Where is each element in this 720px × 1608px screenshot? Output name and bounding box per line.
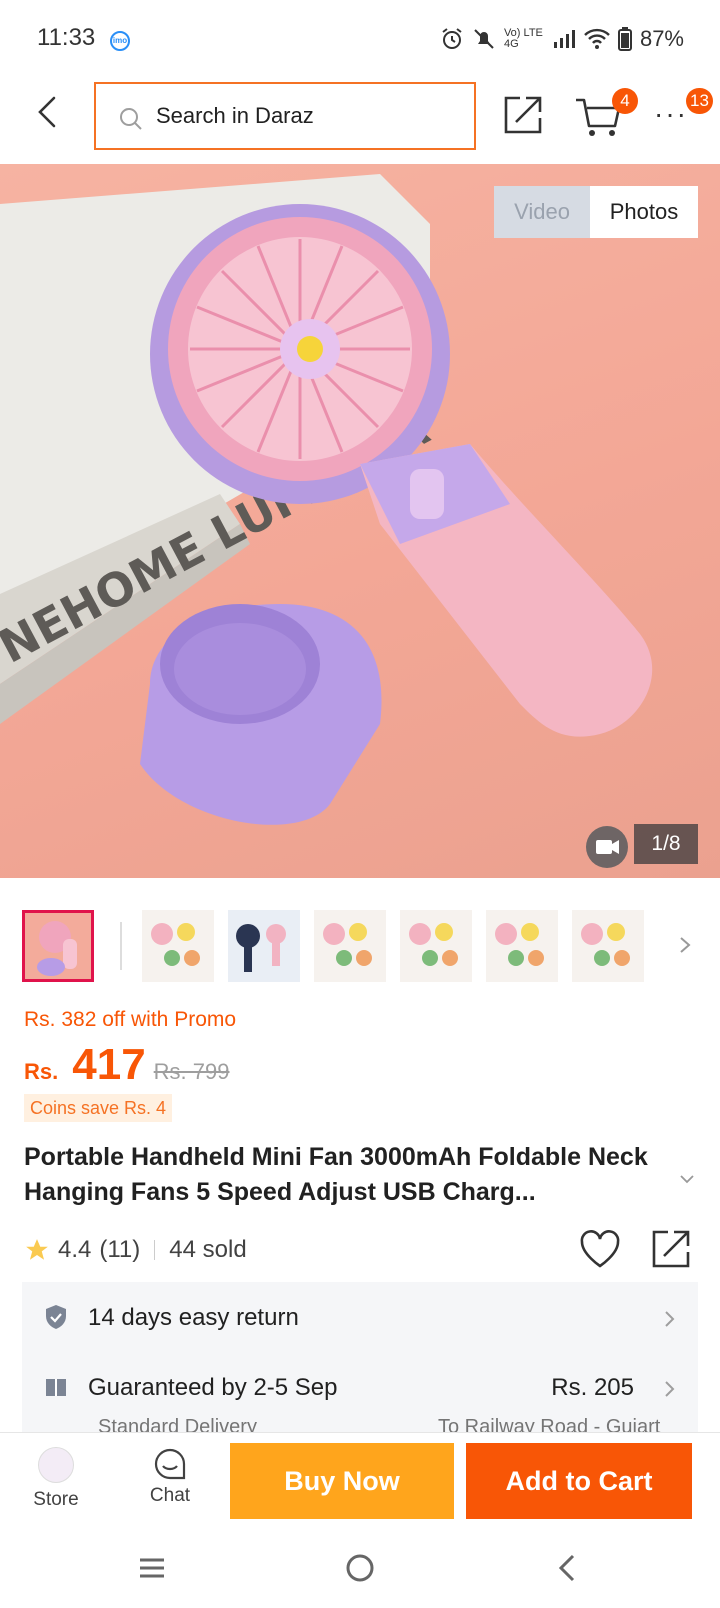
store-logo-icon bbox=[38, 1447, 74, 1483]
product-main-image: NEHOME LUFREDA bbox=[0, 174, 653, 825]
thumbnail[interactable] bbox=[400, 910, 472, 982]
share-icon[interactable] bbox=[502, 92, 546, 136]
promo-text: Rs. 382 off with Promo bbox=[24, 1008, 237, 1031]
coins-badge: Coins save Rs. 4 bbox=[24, 1094, 173, 1122]
search-input[interactable] bbox=[156, 98, 456, 134]
heart-icon[interactable] bbox=[578, 1228, 622, 1270]
gift-box-icon bbox=[46, 1379, 66, 1396]
share-icon[interactable] bbox=[650, 1226, 694, 1270]
system-nav-bar bbox=[0, 1528, 720, 1608]
original-price: Rs. 799 bbox=[153, 1059, 230, 1084]
delivery-price: Rs. 205 bbox=[551, 1374, 634, 1401]
wifi-icon bbox=[584, 28, 610, 49]
shield-check-icon bbox=[46, 1305, 66, 1329]
sold-count: 44 sold bbox=[169, 1236, 247, 1263]
image-counter: 1/8 bbox=[634, 824, 698, 864]
battery-percent: 87% bbox=[639, 26, 684, 51]
top-header: 4 ··· 13 bbox=[0, 80, 720, 164]
thumbnail[interactable] bbox=[486, 910, 558, 982]
delivery-destination: To Railway Road - Gujart bbox=[438, 1416, 661, 1432]
recent-apps-icon[interactable] bbox=[132, 1548, 172, 1588]
video-camera-icon[interactable] bbox=[586, 826, 628, 868]
notification-count-badge: 13 bbox=[686, 88, 713, 114]
thumbnail-divider bbox=[120, 922, 122, 970]
store-button[interactable]: Store bbox=[20, 1443, 92, 1523]
status-bar: 11:33 imo Vo) LTE 4G 87% bbox=[0, 0, 720, 80]
delivery-type: Standard Delivery bbox=[98, 1416, 257, 1432]
signal-icon bbox=[553, 30, 575, 48]
current-price: 417 bbox=[72, 1040, 146, 1089]
price-row: Rs. 417 Rs. 799 bbox=[24, 1040, 230, 1090]
star-icon bbox=[26, 1239, 48, 1260]
thumbnail[interactable] bbox=[228, 910, 300, 982]
back-icon[interactable] bbox=[548, 1548, 588, 1588]
product-title: Portable Handheld Mini Fan 3000mAh Folda… bbox=[24, 1143, 648, 1206]
price-currency: Rs. bbox=[24, 1059, 59, 1084]
status-time: 11:33 bbox=[37, 24, 96, 51]
chevron-right-icon bbox=[665, 1381, 675, 1397]
cart-count-badge: 4 bbox=[612, 88, 638, 114]
store-label: Store bbox=[33, 1489, 79, 1510]
service-info-box: 14 days easy return Guaranteed by 2-5 Se… bbox=[22, 1282, 698, 1432]
divider bbox=[154, 1240, 156, 1260]
network-label: Vo) LTE 4G bbox=[503, 27, 543, 50]
delivery-row[interactable]: Guaranteed by 2-5 Sep Rs. 205 Standard D… bbox=[22, 1354, 698, 1432]
return-policy-row[interactable]: 14 days easy return bbox=[22, 1282, 698, 1354]
product-image-gallery[interactable]: NEHOME LUFREDA Video Photos 1/8 bbox=[0, 164, 720, 878]
search-icon bbox=[120, 108, 142, 130]
mute-icon bbox=[474, 29, 494, 49]
bottom-action-bar: Store Chat Buy Now Add to Cart bbox=[0, 1432, 720, 1528]
chat-icon bbox=[154, 1448, 186, 1480]
return-text: 14 days easy return bbox=[88, 1304, 299, 1331]
photos-tab[interactable]: Photos bbox=[590, 186, 698, 238]
status-icons: Vo) LTE 4G 87% bbox=[440, 26, 684, 52]
chat-button[interactable]: Chat bbox=[134, 1443, 206, 1523]
delivery-text: Guaranteed by 2-5 Sep bbox=[88, 1374, 338, 1401]
thumbnail-selected[interactable] bbox=[22, 910, 94, 982]
rating-row[interactable]: 4.4 (11) 44 sold bbox=[24, 1232, 247, 1268]
chevron-down-icon[interactable] bbox=[678, 1170, 696, 1188]
thumbnail[interactable] bbox=[314, 910, 386, 982]
home-icon[interactable] bbox=[340, 1548, 380, 1588]
media-toggle: Video Photos bbox=[494, 186, 698, 238]
review-count: (11) bbox=[99, 1236, 141, 1263]
back-arrow-icon[interactable] bbox=[30, 94, 66, 130]
video-tab[interactable]: Video bbox=[494, 186, 590, 238]
battery-icon bbox=[617, 27, 632, 51]
rating-value: 4.4 bbox=[58, 1236, 92, 1263]
chat-label: Chat bbox=[149, 1485, 191, 1506]
thumbnail[interactable] bbox=[142, 910, 214, 982]
thumbnail-strip bbox=[0, 910, 720, 984]
add-to-cart-button[interactable]: Add to Cart bbox=[466, 1443, 692, 1519]
search-box[interactable] bbox=[94, 82, 476, 150]
buy-now-button[interactable]: Buy Now bbox=[230, 1443, 454, 1519]
imo-icon: imo bbox=[110, 31, 130, 51]
thumbnail[interactable] bbox=[572, 910, 644, 982]
alarm-icon bbox=[442, 28, 462, 49]
chevron-right-icon bbox=[665, 1311, 675, 1327]
chevron-right-icon[interactable] bbox=[676, 930, 696, 960]
